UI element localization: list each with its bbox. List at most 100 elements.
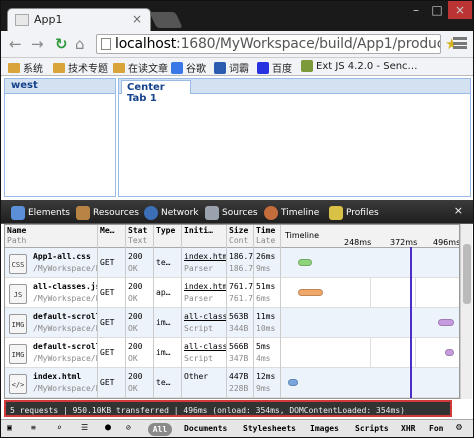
resources-icon xyxy=(76,206,90,220)
home-icon[interactable]: ⌂ xyxy=(75,36,85,52)
table-row[interactable]: IMG default-scroll/MyWorkspace/b GET 200 OK i… xyxy=(5,308,459,338)
tick-label: 496ms xyxy=(433,238,460,247)
cell-name[interactable]: </> index.html/MyWorkspace/b xyxy=(5,368,98,398)
cell-name[interactable]: JS all-classes.js/MyWorkspace/b xyxy=(5,278,98,308)
network-grid: Name Path Me… Stat Text Type Initi… Size Co… xyxy=(4,224,460,399)
tab-elements[interactable]: Elements xyxy=(11,206,70,220)
search-icon[interactable]: ⌕ xyxy=(57,423,62,432)
forward-arrow-icon[interactable]: → xyxy=(31,36,44,52)
tab-sources[interactable]: Sources xyxy=(205,206,258,220)
cell-time: 51ms 6ms xyxy=(254,278,281,308)
cell-status: 200 OK xyxy=(126,368,154,398)
tab-network[interactable]: Network xyxy=(144,206,199,220)
cell-size: 566B 347B xyxy=(227,338,254,368)
bookmark-baidu[interactable]: 百度 xyxy=(257,60,292,75)
network-icon xyxy=(144,206,158,220)
devtools-status-bar: ▣ ≡ ⌕ ☰ ● ⊘ All Documents Stylesheets Im… xyxy=(1,419,473,437)
devtools-tab-bar: Elements Resources Network Sources Timel… xyxy=(1,200,473,224)
folder-icon xyxy=(53,62,65,73)
filter-documents[interactable]: Documents xyxy=(184,424,227,433)
cell-status: 200 OK xyxy=(126,248,154,278)
filter-stylesheets[interactable]: Stylesheets xyxy=(243,424,296,433)
timeline-bar[interactable] xyxy=(438,319,454,326)
timeline-bar[interactable] xyxy=(298,289,323,296)
bookmark-folder-system[interactable]: 系统 xyxy=(8,60,43,75)
bookmark-folder-tech[interactable]: 技术专题 xyxy=(53,60,108,75)
bookmark-extjs[interactable]: Ext JS 4.2.0 - Senc… xyxy=(301,60,418,72)
col-name[interactable]: Name Path xyxy=(5,225,98,248)
back-arrow-icon[interactable]: ← xyxy=(9,36,22,52)
settings-gear-icon[interactable]: ⚙ xyxy=(456,422,462,433)
col-timeline[interactable]: Timeline 248ms 372ms 496ms xyxy=(281,225,460,248)
cell-initiator[interactable]: index.htm Parser xyxy=(182,278,227,308)
tab-close-icon[interactable]: × xyxy=(132,12,142,26)
browser-tab[interactable]: App1 × xyxy=(7,8,151,32)
clear-icon[interactable]: ⊘ xyxy=(126,423,131,432)
cell-type: im… xyxy=(154,308,182,338)
table-row[interactable]: </> index.html/MyWorkspace/b GET 200 OK te… Ot… xyxy=(5,368,459,398)
cell-initiator[interactable]: Other xyxy=(182,368,227,398)
tab-timeline[interactable]: Timeline xyxy=(264,206,319,220)
tab-resources[interactable]: Resources xyxy=(76,206,139,220)
folder-icon xyxy=(113,62,125,73)
cell-time: 26ms 9ms xyxy=(254,248,281,278)
browser-window: App1 × – □ × ← → ↻ ⌂ localhost:1680/MyWo… xyxy=(0,0,474,438)
sources-icon xyxy=(205,206,219,220)
col-size[interactable]: Size Cont xyxy=(227,225,254,248)
cell-initiator[interactable]: all-class Script xyxy=(182,338,227,368)
js-file-icon: JS xyxy=(9,284,27,304)
request-path: /MyWorkspace/b xyxy=(33,384,98,393)
page-favicon-icon xyxy=(15,14,29,26)
menu-icon[interactable] xyxy=(453,37,467,49)
col-method[interactable]: Me… xyxy=(98,225,126,248)
filter-all[interactable]: All xyxy=(148,423,172,436)
filter-xhr[interactable]: XHR xyxy=(401,424,415,433)
cell-type: te… xyxy=(154,248,182,278)
page-icon xyxy=(101,38,111,50)
filter-images[interactable]: Images xyxy=(310,424,339,433)
table-row[interactable]: CSS App1-all.css/MyWorkspace/b GET 200 OK te…… xyxy=(5,248,459,278)
cell-initiator[interactable]: index.htm Parser xyxy=(182,248,227,278)
tick-label: 372ms xyxy=(390,238,418,247)
grid-scrollbar[interactable] xyxy=(460,224,472,399)
devtools-close-icon[interactable]: × xyxy=(454,204,463,217)
scrollbar-thumb[interactable] xyxy=(463,244,471,304)
console-icon[interactable]: ≡ xyxy=(31,423,36,432)
timeline-bar[interactable] xyxy=(287,379,298,386)
cell-name[interactable]: IMG default-scroll/MyWorkspace/b xyxy=(5,338,98,368)
col-initiator[interactable]: Initi… xyxy=(182,225,227,248)
tab-center-1[interactable]: Center Tab 1 xyxy=(121,80,191,104)
record-icon[interactable]: ● xyxy=(105,422,111,433)
filter-fonts[interactable]: Fon xyxy=(429,424,443,433)
table-row[interactable]: JS all-classes.js/MyWorkspace/b GET 200 OK ap… xyxy=(5,278,459,308)
request-name: index.html xyxy=(33,372,82,381)
timeline-bar[interactable] xyxy=(298,259,312,266)
cell-name[interactable]: IMG default-scroll/MyWorkspace/b xyxy=(5,308,98,338)
cell-name[interactable]: CSS App1-all.css/MyWorkspace/b xyxy=(5,248,98,278)
dock-icon[interactable]: ▣ xyxy=(7,423,12,432)
bookmark-ciba[interactable]: 词霸 xyxy=(214,60,249,75)
bookmark-google[interactable]: 谷歌 xyxy=(171,60,206,75)
cell-time: 11ms 10ms xyxy=(254,308,281,338)
tab-profiles[interactable]: Profiles xyxy=(329,206,379,220)
cell-time: 12ms 9ms xyxy=(254,368,281,398)
maximize-button[interactable]: □ xyxy=(427,1,447,19)
west-panel: west xyxy=(4,78,116,197)
address-bar[interactable]: localhost:1680/MyWorkspace/build/App1/pr… xyxy=(96,34,441,54)
col-time[interactable]: Time Late xyxy=(254,225,281,248)
timeline-bar[interactable] xyxy=(445,349,454,356)
request-path: /MyWorkspace/b xyxy=(33,264,98,273)
request-name: all-classes.js xyxy=(33,282,98,291)
col-status[interactable]: Stat Text xyxy=(126,225,154,248)
list-icon[interactable]: ☰ xyxy=(81,423,88,432)
bookmark-folder-reading[interactable]: 在读文章 xyxy=(113,60,168,75)
minimize-button[interactable]: – xyxy=(406,1,426,19)
table-row[interactable]: IMG default-scroll/MyWorkspace/b GET 200 OK i… xyxy=(5,338,459,368)
new-tab-button[interactable] xyxy=(149,12,183,28)
col-type[interactable]: Type xyxy=(154,225,182,248)
filter-scripts[interactable]: Scripts xyxy=(355,424,389,433)
cell-initiator[interactable]: all-class Script xyxy=(182,308,227,338)
reload-icon[interactable]: ↻ xyxy=(55,36,68,52)
window-close-button[interactable]: × xyxy=(448,1,472,19)
west-panel-title: west xyxy=(5,79,115,94)
